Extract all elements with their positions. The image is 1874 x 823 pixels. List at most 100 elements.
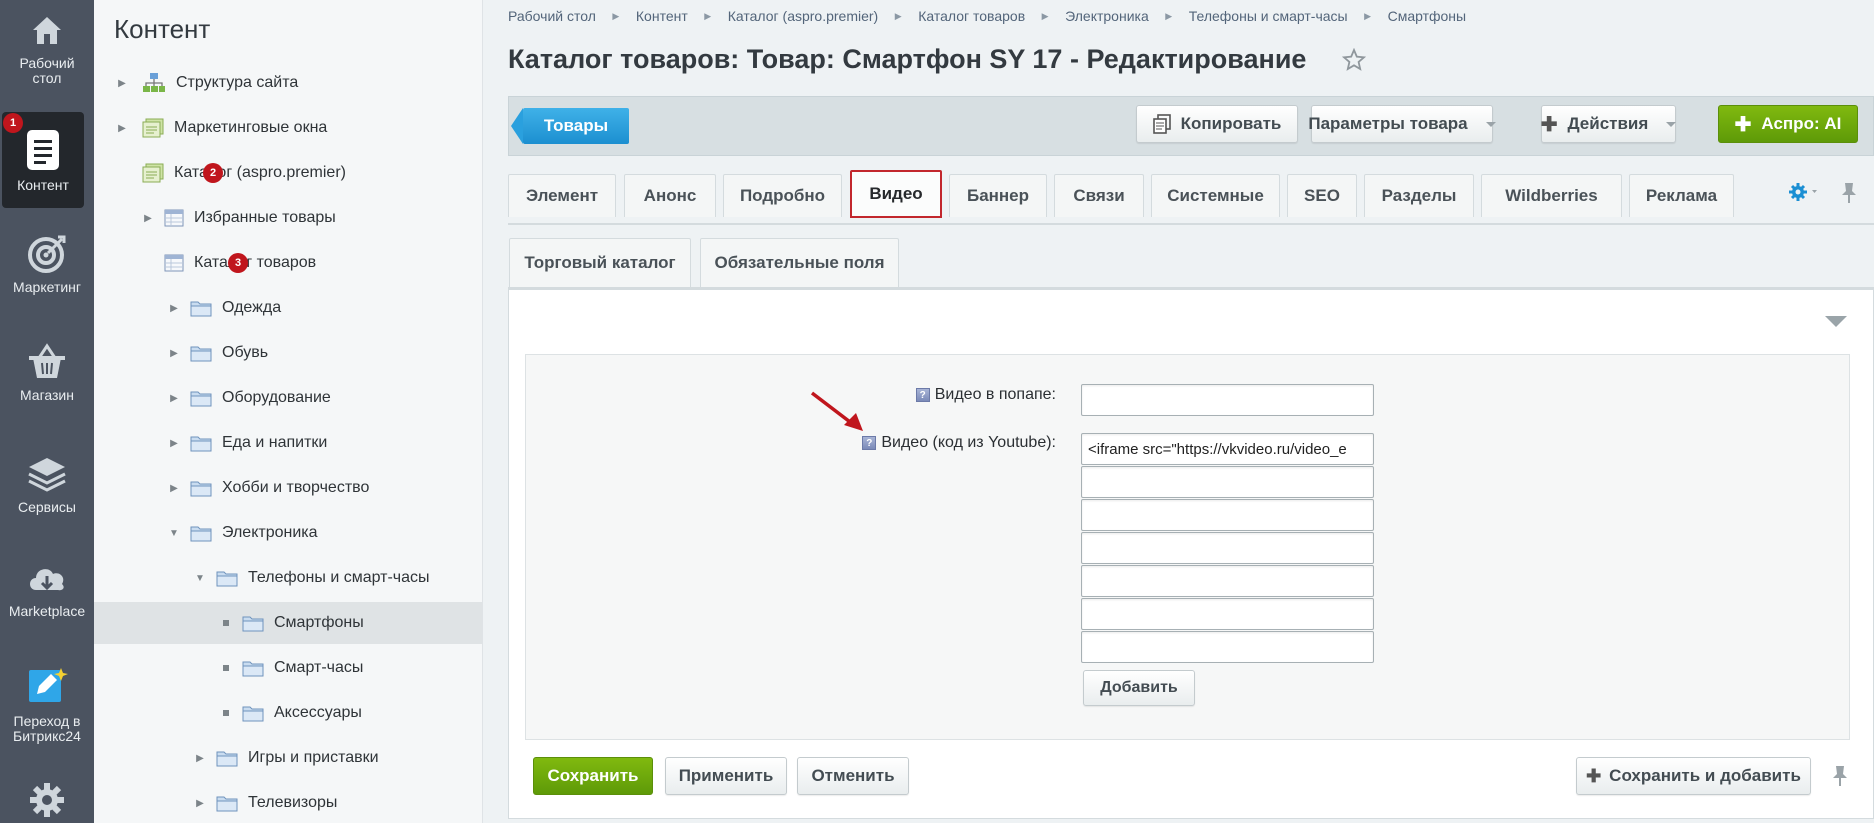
expand-arrow-icon[interactable]: ▶ xyxy=(168,393,180,404)
collapse-triangle-icon[interactable] xyxy=(1825,316,1847,327)
expand-arrow-icon[interactable]: ▶ xyxy=(168,483,180,494)
aspro-ai-button[interactable]: ✚ Аспро: AI xyxy=(1718,105,1858,143)
breadcrumb-link[interactable]: Каталог (aspro.premier) xyxy=(728,8,878,24)
subtab-required-fields[interactable]: Обязательные поля xyxy=(700,238,899,287)
youtube-code-input[interactable] xyxy=(1081,433,1374,465)
tree-node-folder-electronics[interactable]: ▼ Электроника xyxy=(94,512,482,554)
tree-node-label: Каталог (aspro.premier) xyxy=(174,164,346,181)
breadcrumb-link[interactable]: Контент xyxy=(636,8,688,24)
tree-node-folder-smartphones[interactable]: Смартфоны xyxy=(94,602,482,644)
products-back-button[interactable]: Товары xyxy=(511,108,629,144)
tree-node-label: Электроника xyxy=(222,524,318,541)
pin-icon[interactable] xyxy=(1840,182,1858,204)
breadcrumb-link[interactable]: Рабочий стол xyxy=(508,8,596,24)
save-and-add-button[interactable]: ✚ Сохранить и добавить xyxy=(1576,757,1811,795)
tree-node-folder[interactable]: ▶ Одежда xyxy=(94,287,482,329)
tree-node-folder[interactable]: ▶ Хобби и творчество xyxy=(94,467,482,509)
subtab-trade-catalog[interactable]: Торговый каталог xyxy=(509,238,691,287)
youtube-code-input[interactable] xyxy=(1081,532,1374,564)
cancel-button[interactable]: Отменить xyxy=(797,757,909,795)
tab-announce[interactable]: Анонс xyxy=(624,174,716,217)
plus-icon: ✚ xyxy=(1734,113,1752,136)
collapse-arrow-icon[interactable]: ▼ xyxy=(194,573,206,584)
left-rail: Рабочий стол Контент 1 Маркетинг Магазин… xyxy=(0,0,94,823)
collapse-arrow-icon[interactable]: ▼ xyxy=(168,528,180,539)
chevron-right-icon: ▶ xyxy=(1041,10,1049,21)
actions-dropdown[interactable]: ✚ Действия xyxy=(1541,105,1677,143)
step-badge-2: 2 xyxy=(203,163,223,183)
save-button[interactable]: Сохранить xyxy=(533,757,653,795)
youtube-code-input[interactable] xyxy=(1081,565,1374,597)
rail-item-services[interactable]: Сервисы xyxy=(0,454,94,515)
breadcrumb-link[interactable]: Электроника xyxy=(1065,8,1149,24)
tree-node-folder[interactable]: ▶ Телевизоры xyxy=(94,782,482,823)
settings-gear-icon[interactable] xyxy=(1788,182,1822,202)
chevron-right-icon: ▶ xyxy=(894,10,902,21)
rail-item-desktop[interactable]: Рабочий стол xyxy=(0,10,94,86)
tree-node-label: Одежда xyxy=(222,299,282,316)
breadcrumb-link[interactable]: Каталог товаров xyxy=(918,8,1025,24)
tree-node-label: Телефоны и смарт-часы xyxy=(248,569,430,586)
tree-node-label: Аксессуары xyxy=(274,704,362,721)
tab-details[interactable]: Подробно xyxy=(723,174,842,217)
popup-video-input[interactable] xyxy=(1081,384,1374,416)
rail-item-marketing[interactable]: Маркетинг xyxy=(0,234,94,295)
leaf-bullet-icon xyxy=(220,665,232,671)
tab-wildberries[interactable]: Wildberries xyxy=(1481,174,1622,217)
tree-node-favorites[interactable]: ▶ Избранные товары xyxy=(94,197,482,239)
breadcrumb-link[interactable]: Смартфоны xyxy=(1388,8,1467,24)
expand-arrow-icon[interactable]: ▶ xyxy=(194,798,206,809)
params-label: Параметры товара xyxy=(1308,114,1468,133)
help-icon[interactable]: ? xyxy=(862,436,877,450)
youtube-code-input[interactable] xyxy=(1081,598,1374,630)
tab-seo[interactable]: SEO xyxy=(1287,174,1357,217)
tab-system[interactable]: Системные xyxy=(1151,174,1280,217)
tab-sections[interactable]: Разделы xyxy=(1364,174,1474,217)
expand-arrow-icon[interactable]: ▶ xyxy=(194,753,206,764)
star-icon[interactable] xyxy=(1342,48,1366,72)
expand-arrow-icon[interactable]: ▶ xyxy=(168,303,180,314)
annotation-arrow-icon xyxy=(810,391,863,431)
tree-node-marketing-windows[interactable]: ▶ Маркетинговые окна xyxy=(94,107,482,149)
product-params-dropdown[interactable]: Параметры товара xyxy=(1308,105,1496,143)
folder-icon xyxy=(190,479,212,497)
folder-icon xyxy=(190,299,212,317)
list-block-icon xyxy=(142,163,164,183)
tree-node-folder[interactable]: Смарт-часы xyxy=(94,647,482,689)
tree-node-catalog-aspro[interactable]: Каталог (aspro.premier) xyxy=(94,152,482,194)
tree-node-folder[interactable]: ▶ Оборудование xyxy=(94,377,482,419)
tree-node-folder[interactable]: ▶ Еда и напитки xyxy=(94,422,482,464)
expand-arrow-icon[interactable]: ▶ xyxy=(168,348,180,359)
tree-node-folder[interactable]: ▶ Обувь xyxy=(94,332,482,374)
tab-banner[interactable]: Баннер xyxy=(949,174,1047,217)
youtube-code-input[interactable] xyxy=(1081,466,1374,498)
expand-arrow-icon[interactable]: ▶ xyxy=(116,123,128,134)
rail-item-shop[interactable]: Магазин xyxy=(0,342,94,403)
tab-video[interactable]: Видео xyxy=(850,170,942,218)
tree-node-site-structure[interactable]: ▶ Структура сайта xyxy=(94,62,482,104)
tree-node-folder[interactable]: Аксессуары xyxy=(94,692,482,734)
apply-button[interactable]: Применить xyxy=(665,757,787,795)
copy-button[interactable]: Копировать xyxy=(1136,105,1298,143)
tab-element[interactable]: Элемент xyxy=(508,174,616,217)
tree-node-folder-phones[interactable]: ▼ Телефоны и смарт-часы xyxy=(94,557,482,599)
tree-node-product-catalog[interactable]: Каталог товаров xyxy=(94,242,482,284)
rail-item-settings[interactable] xyxy=(0,780,94,823)
expand-arrow-icon[interactable]: ▶ xyxy=(116,78,128,89)
youtube-code-input[interactable] xyxy=(1081,631,1374,663)
tab-ads[interactable]: Реклама xyxy=(1629,174,1734,217)
tab-links[interactable]: Связи xyxy=(1054,174,1144,217)
rail-label: Маркетинг xyxy=(12,279,82,295)
rail-item-marketplace[interactable]: Marketplace xyxy=(0,558,94,619)
rail-item-bitrix24[interactable]: Переход в Битрикс24 xyxy=(0,664,94,744)
tree-node-folder[interactable]: ▶ Игры и приставки xyxy=(94,737,482,779)
breadcrumb-link[interactable]: Телефоны и смарт-часы xyxy=(1189,8,1348,24)
add-video-button[interactable]: Добавить xyxy=(1083,670,1195,706)
expand-arrow-icon[interactable]: ▶ xyxy=(142,213,154,224)
pin-icon[interactable] xyxy=(1831,765,1849,787)
toolbar: Товары Копировать Параметры товара ✚ Дей… xyxy=(508,96,1874,156)
help-icon[interactable]: ? xyxy=(915,388,930,402)
youtube-code-input[interactable] xyxy=(1081,499,1374,531)
rail-label: Контент xyxy=(17,177,69,193)
expand-arrow-icon[interactable]: ▶ xyxy=(168,438,180,449)
